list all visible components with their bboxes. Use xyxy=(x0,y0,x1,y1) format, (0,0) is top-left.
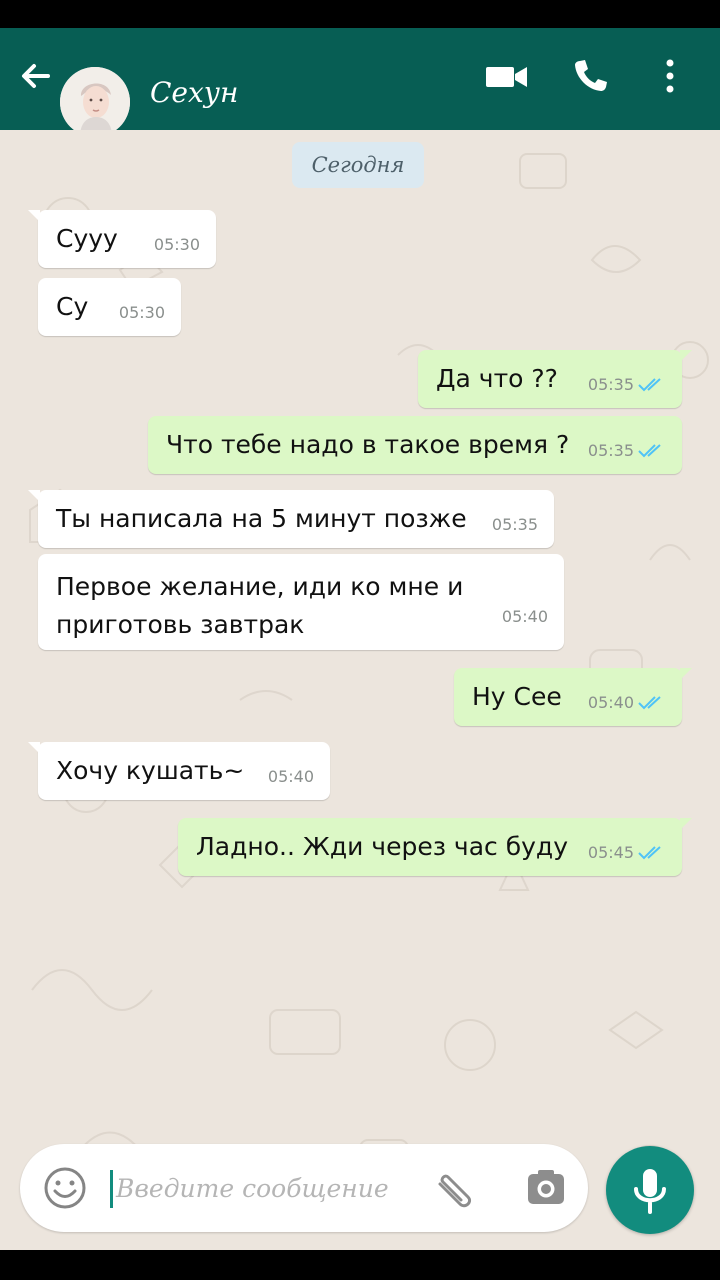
back-arrow-icon xyxy=(22,64,50,88)
read-ticks-icon xyxy=(638,696,661,710)
message-time: 05:40 xyxy=(501,607,548,626)
outgoing-message[interactable]: Да что ?? 05:35 xyxy=(418,350,692,408)
bubble-tail xyxy=(28,742,40,754)
message-text: Да что ?? xyxy=(436,364,558,393)
contact-name[interactable]: Сехун xyxy=(150,76,238,109)
message-time: 05:45 xyxy=(587,843,634,862)
text-cursor xyxy=(110,1170,113,1208)
message-text: Что тебе надо в такое время ? xyxy=(166,430,570,459)
message-time: 05:30 xyxy=(153,235,200,254)
message-text: Первое желание, иди ко мне и приготовь з… xyxy=(56,572,464,639)
camera-icon xyxy=(528,1170,564,1204)
message-input[interactable]: Введите сообщение xyxy=(116,1174,389,1203)
message-composer[interactable]: Введите сообщение xyxy=(20,1144,588,1232)
read-ticks-icon xyxy=(638,378,661,392)
incoming-message[interactable]: Первое желание, иди ко мне и приготовь з… xyxy=(38,554,564,650)
phone-icon xyxy=(575,60,607,91)
message-time: 05:40 xyxy=(267,767,314,786)
emoji-icon xyxy=(44,1167,86,1209)
avatar[interactable] xyxy=(60,67,130,137)
message-text: Ладно.. Жди через час буду xyxy=(196,832,569,861)
message-time: 05:35 xyxy=(587,441,634,460)
incoming-message[interactable]: Су 05:30 xyxy=(38,278,181,336)
video-call-icon xyxy=(486,67,527,87)
bubble-tail xyxy=(680,818,692,830)
message-text: Ну Сее xyxy=(472,682,562,711)
date-separator: Сегодня xyxy=(292,142,424,188)
mic-button[interactable] xyxy=(606,1146,694,1234)
more-options-button[interactable] xyxy=(660,58,680,100)
chat-area: Сегодня Сууу 05:30 Су 05:30 Да что ?? 05… xyxy=(0,130,720,1250)
outgoing-message[interactable]: Ладно.. Жди через час буду 05:45 xyxy=(178,818,692,876)
phone-button[interactable] xyxy=(570,56,610,100)
incoming-message[interactable]: Сууу 05:30 xyxy=(28,210,216,268)
back-button[interactable] xyxy=(16,56,56,96)
chat-screen: Сехун Сегодня Сууу 05:30 Су 05:30 Да что… xyxy=(0,0,720,1280)
video-call-button[interactable] xyxy=(484,62,530,96)
camera-button[interactable] xyxy=(524,1166,568,1214)
read-ticks-icon xyxy=(638,444,661,458)
more-vert-icon xyxy=(666,59,674,93)
incoming-message[interactable]: Хочу кушать~ 05:40 xyxy=(28,742,330,800)
bubble-tail xyxy=(28,490,40,502)
system-bottom-bar xyxy=(0,1250,720,1280)
bubble-tail xyxy=(680,350,692,362)
read-ticks-icon xyxy=(638,846,661,860)
message-time: 05:30 xyxy=(118,303,165,322)
message-time: 05:35 xyxy=(491,515,538,534)
chat-header: Сехун xyxy=(0,28,720,137)
outgoing-message[interactable]: Что тебе надо в такое время ? 05:35 xyxy=(148,416,682,474)
message-text: Сууу xyxy=(56,224,118,253)
avatar-image xyxy=(60,67,130,137)
message-text: Хочу кушать~ xyxy=(56,756,245,785)
message-text: Су xyxy=(56,292,89,321)
emoji-button[interactable] xyxy=(42,1165,88,1215)
mic-icon xyxy=(634,1169,666,1214)
bubble-tail xyxy=(28,210,40,222)
message-time: 05:35 xyxy=(587,375,634,394)
attach-icon xyxy=(438,1174,472,1208)
outgoing-message[interactable]: Ну Сее 05:40 xyxy=(454,668,692,726)
message-text: Ты написала на 5 минут позже xyxy=(56,504,467,533)
attach-button[interactable] xyxy=(432,1166,480,1216)
bubble-tail xyxy=(680,668,692,680)
incoming-message[interactable]: Ты написала на 5 минут позже 05:35 xyxy=(28,490,554,548)
message-time: 05:40 xyxy=(587,693,634,712)
